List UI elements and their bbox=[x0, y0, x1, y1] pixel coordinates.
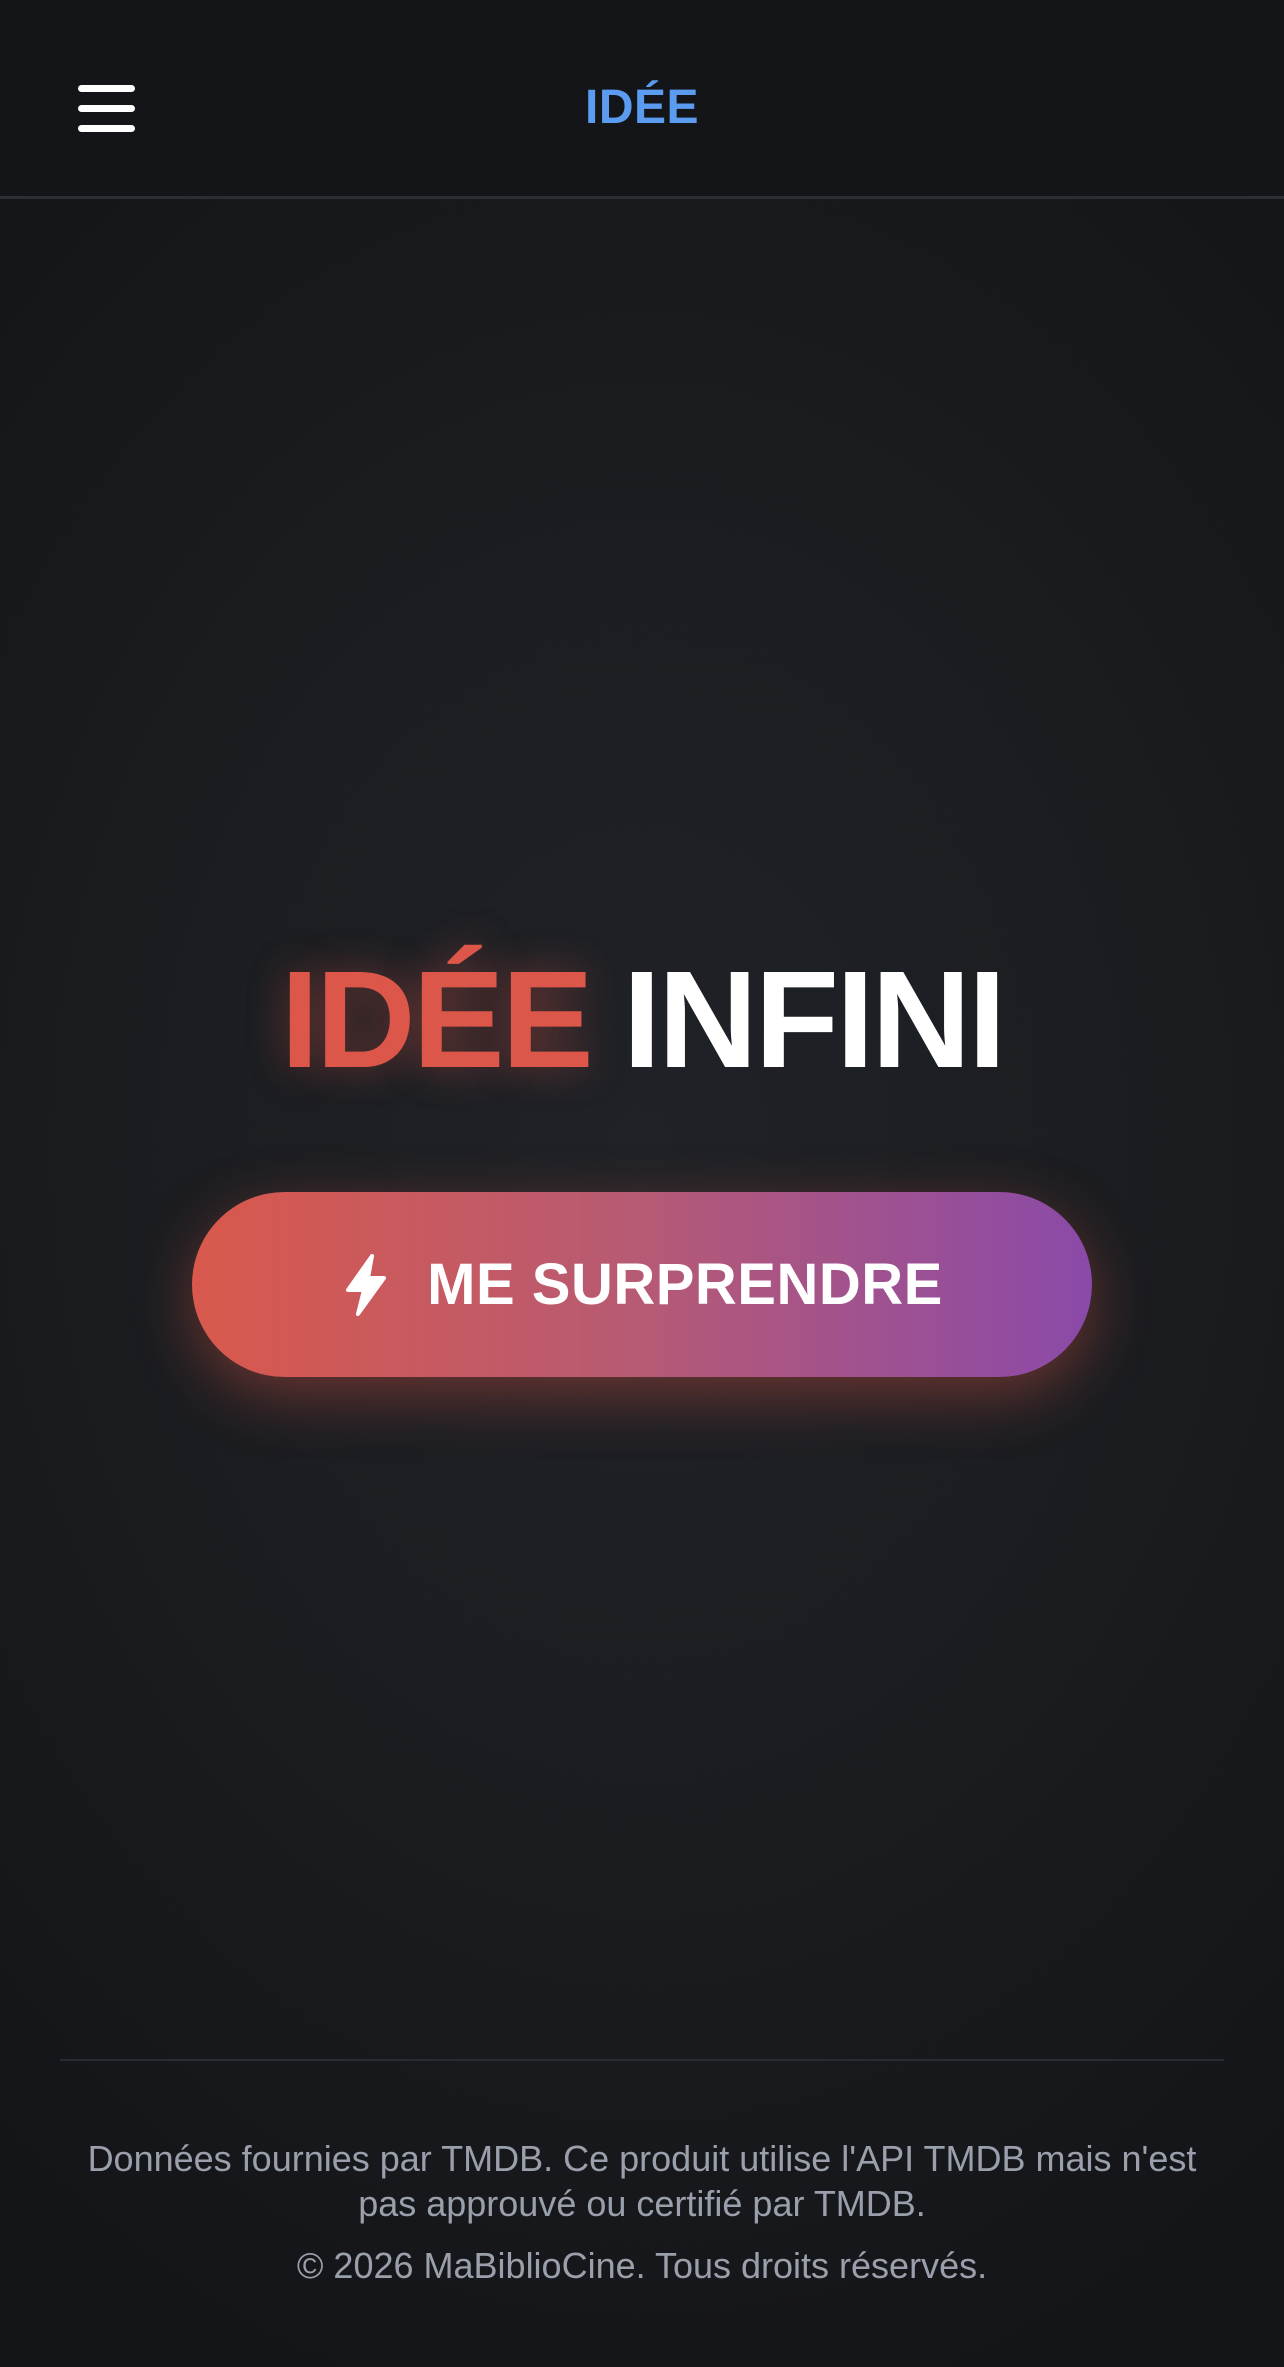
hero-title-rest: INFINI bbox=[622, 943, 1007, 1097]
surprise-me-label: ME SURPRENDRE bbox=[427, 1252, 943, 1317]
lightning-bolt-icon bbox=[346, 1253, 387, 1316]
copyright-notice: © 2026 MaBiblioCine. Tous droits réservé… bbox=[296, 2245, 988, 2286]
footer-divider bbox=[60, 2059, 1224, 2061]
top-app-bar: IDÉE bbox=[0, 0, 1284, 199]
tmdb-attribution-notice: Données fournies par TMDB. Ce produit ut… bbox=[87, 2138, 1197, 2224]
hero-title-highlight: IDÉE bbox=[280, 943, 594, 1097]
page-title: IDÉE bbox=[584, 81, 700, 134]
hero-title: IDÉE INFINI bbox=[0, 935, 1284, 1105]
surprise-me-button[interactable]: ME SURPRENDRE bbox=[192, 1192, 1092, 1377]
